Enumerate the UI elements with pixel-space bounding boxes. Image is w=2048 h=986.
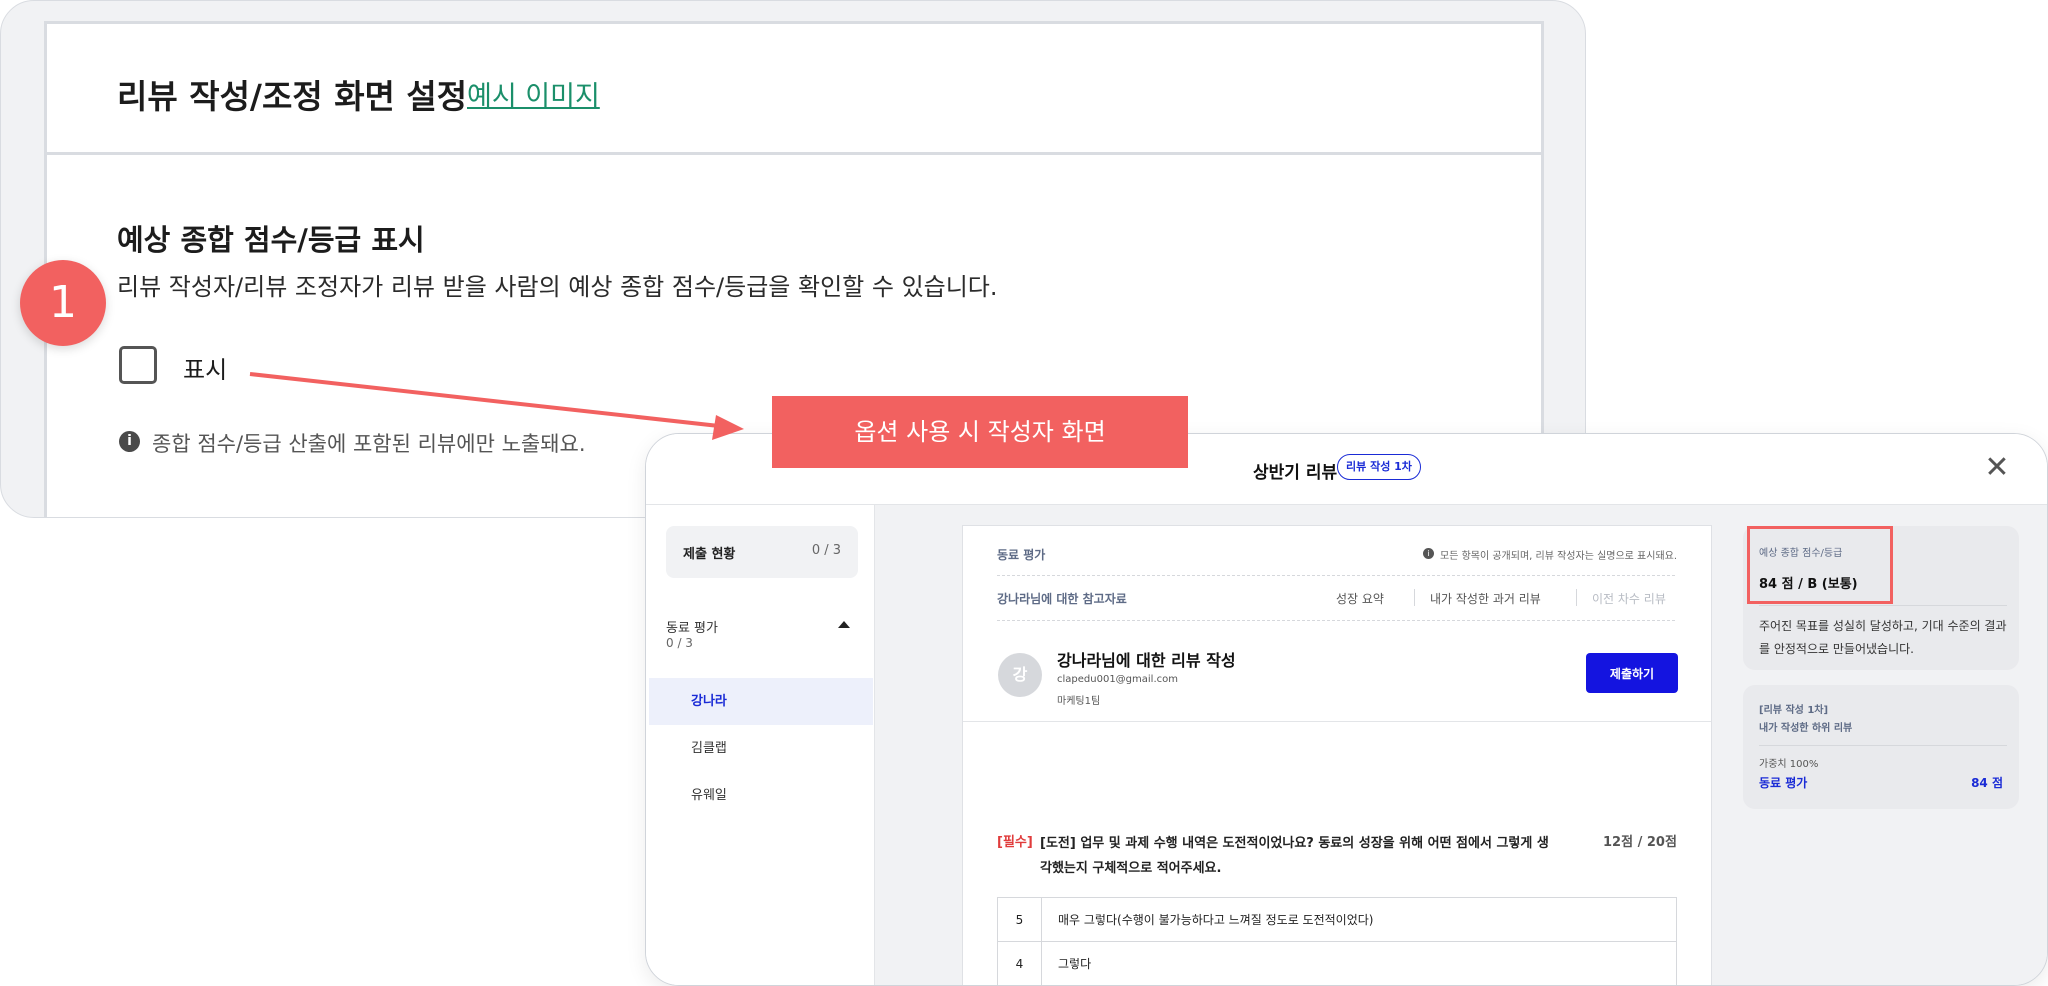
- chevron-up-icon[interactable]: [838, 621, 850, 628]
- option-text: 매우 그렇다(수행이 불가능하다고 느껴질 정도로 도전적이었다): [1058, 913, 1374, 927]
- expected-score-card: 예상 종합 점수/등급 84 점 / B (보통) 주어진 목표를 성실히 달성…: [1743, 526, 2019, 670]
- submission-status: 제출 현황 0 / 3: [666, 526, 858, 578]
- weight-card-title: [리뷰 작성 1차] 내가 작성한 하위 리뷰: [1759, 702, 1852, 738]
- question-text: [도전] 업무 및 과제 수행 내역은 도전적이었나요? 동료의 성장을 위해 …: [1040, 836, 1549, 876]
- expected-score-label: 예상 종합 점수/등급: [1759, 548, 1843, 559]
- divider: [1759, 745, 2007, 746]
- info-note: 모든 항목이 공개되며, 리뷰 작성자는 실명으로 표시돼요.: [1440, 551, 1678, 562]
- divider: [997, 620, 1675, 621]
- example-image-link[interactable]: 예시 이미지: [467, 74, 600, 113]
- modal-title: 상반기 리뷰: [1253, 463, 1338, 483]
- weight-score: 84 점: [1971, 776, 2003, 790]
- option-number: 5: [998, 898, 1042, 942]
- group-count: 0 / 3: [666, 636, 693, 650]
- reviewee-email: clapedu001@gmail.com: [1057, 674, 1178, 685]
- grade-description: 주어진 목표를 성실히 달성하고, 기대 수준의 결과를 안정적으로 만들어냈습…: [1759, 619, 2007, 656]
- settings-header: 리뷰 작성/조정 화면 설정 예시 이미지: [44, 21, 1544, 155]
- panel-label: 동료 평가: [997, 548, 1046, 562]
- sidebar-item-kangnara[interactable]: 강나라: [649, 678, 873, 725]
- answer-option[interactable]: 5 매우 그렇다(수행이 불가능하다고 느껴질 정도로 도전적이었다): [998, 898, 1676, 942]
- submission-status-value: 0 / 3: [811, 543, 841, 558]
- divider: [1414, 589, 1415, 606]
- option-text: 그렇다: [1058, 957, 1092, 971]
- weight-card-round: [리뷰 작성 1차]: [1759, 705, 1829, 716]
- answer-options: 5 매우 그렇다(수행이 불가능하다고 느껴질 정도로 도전적이었다) 4 그렇…: [997, 897, 1677, 985]
- divider: [963, 721, 1711, 722]
- round-badge: 리뷰 작성 1차: [1337, 454, 1421, 480]
- show-score-checkbox[interactable]: [119, 346, 157, 384]
- weight-label: 가중치 100%: [1759, 759, 1819, 770]
- divider: [1759, 605, 2007, 606]
- notice-text: 종합 점수/등급 산출에 포함된 리뷰에만 노출돼요.: [152, 432, 586, 456]
- reviewee-team: 마케팅1팀: [1057, 696, 1101, 707]
- settings-title: 리뷰 작성/조정 화면 설정: [117, 77, 468, 116]
- sidebar-item-kimclap[interactable]: 김클랩: [649, 725, 873, 772]
- submission-status-label: 제출 현황: [683, 547, 736, 562]
- divider: [1576, 589, 1577, 606]
- review-panel: 동료 평가 i 모든 항목이 공개되며, 리뷰 작성자는 실명으로 표시돼요. …: [962, 525, 1712, 985]
- reference-label: 강나라님에 대한 참고자료: [997, 592, 1127, 606]
- question-score: 12점 / 20점: [1603, 835, 1677, 850]
- preview-modal: 상반기 리뷰 리뷰 작성 1차 ✕ 제출 현황 0 / 3 동료 평가 0 / …: [645, 433, 2048, 986]
- close-icon[interactable]: ✕: [1981, 452, 2013, 484]
- step-number-badge: 1: [20, 260, 106, 346]
- weight-category: 동료 평가: [1759, 776, 1808, 790]
- submit-button[interactable]: 제출하기: [1586, 653, 1678, 693]
- info-icon: i: [119, 431, 140, 452]
- modal-content: 동료 평가 i 모든 항목이 공개되며, 리뷰 작성자는 실명으로 표시돼요. …: [875, 505, 2047, 985]
- option-number: 4: [998, 942, 1042, 985]
- expected-score-value: 84 점 / B (보통): [1759, 577, 1858, 592]
- section-title: 예상 종합 점수/등급 표시: [117, 223, 425, 257]
- required-tag: [필수]: [997, 835, 1033, 850]
- modal-sidebar: 제출 현황 0 / 3 동료 평가 0 / 3 강나라 김클랩 유웨일: [646, 505, 875, 985]
- show-score-checkbox-label[interactable]: 표시: [183, 350, 227, 385]
- sidebar-item-yuwhale[interactable]: 유웨일: [649, 772, 873, 819]
- tab-growth-summary[interactable]: 성장 요약: [1336, 590, 1384, 607]
- section-description: 리뷰 작성자/리뷰 조정자가 리뷰 받을 사람의 예상 종합 점수/등급을 확인…: [117, 273, 998, 301]
- avatar: 강: [998, 653, 1042, 697]
- divider: [997, 575, 1675, 576]
- tab-my-past-reviews[interactable]: 내가 작성한 과거 리뷰: [1430, 590, 1541, 607]
- group-title[interactable]: 동료 평가: [666, 617, 718, 636]
- score-highlight-box: [1747, 526, 1893, 604]
- weight-card: [리뷰 작성 1차] 내가 작성한 하위 리뷰 가중치 100% 동료 평가 8…: [1743, 685, 2019, 809]
- callout-banner: 옵션 사용 시 작성자 화면: [772, 396, 1188, 468]
- info-icon: i: [1423, 548, 1434, 559]
- reviewee-title: 강나라님에 대한 리뷰 작성: [1057, 651, 1236, 670]
- tab-previous-round-reviews[interactable]: 이전 차수 리뷰: [1592, 590, 1666, 607]
- answer-option[interactable]: 4 그렇다: [998, 942, 1676, 985]
- weight-card-subtitle: 내가 작성한 하위 리뷰: [1759, 723, 1853, 734]
